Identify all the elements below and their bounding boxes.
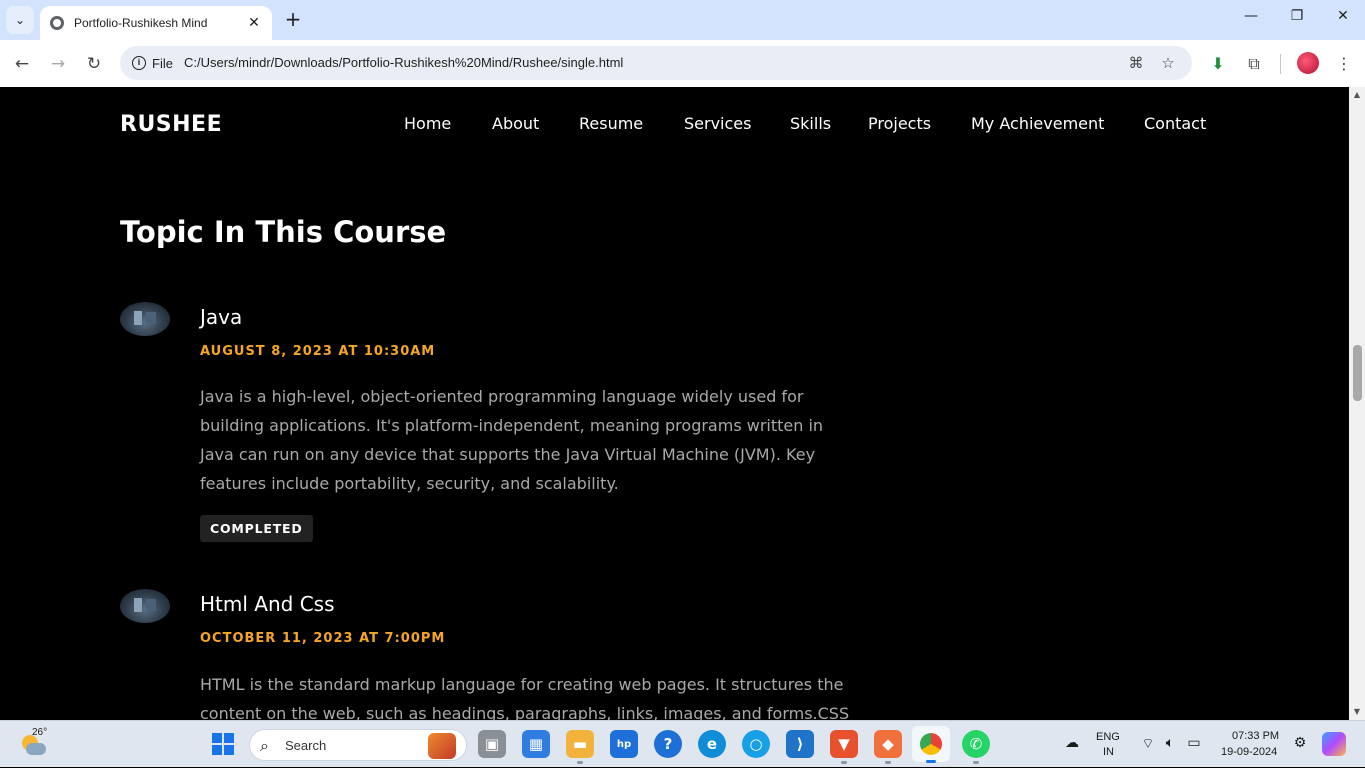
date: 19-09-2024	[1221, 746, 1278, 758]
region: IN	[1103, 746, 1114, 758]
browser-tab[interactable]: Portfolio-Rushikesh Mind ✕	[40, 6, 272, 40]
notification-icon[interactable]: ⚙	[1290, 735, 1310, 755]
browser-tab-strip: ⌄ Portfolio-Rushikesh Mind ✕ + — ❐ ✕	[0, 0, 1365, 40]
windows-taskbar: 26° ⌕ Search ▣ ▦ ▬ hp ? e ○ ⟩ ▼ ◆ ✆ ☁ EN…	[0, 720, 1365, 767]
nav-services[interactable]: Services	[684, 114, 751, 133]
site-info-label: File	[152, 55, 173, 71]
minimize-icon[interactable]: —	[1239, 8, 1263, 24]
url-text[interactable]: C:/Users/mindr/Downloads/Portfolio-Rushi…	[184, 55, 623, 70]
edge-browser-icon[interactable]: e	[698, 730, 726, 758]
file-explorer-icon[interactable]: ▬	[566, 730, 594, 764]
nav-about[interactable]: About	[492, 114, 539, 133]
topic-description: HTML is the standard markup language for…	[200, 675, 850, 720]
topic-date: AUGUST 8, 2023 AT 10:30AM	[200, 344, 436, 359]
page-scrollbar[interactable]: ▲ ▼	[1349, 87, 1365, 720]
nav-projects[interactable]: Projects	[868, 114, 931, 133]
windows-start-icon[interactable]	[212, 733, 234, 755]
scroll-down-icon[interactable]: ▼	[1352, 707, 1362, 717]
microsoft-store-icon[interactable]: ▦	[522, 730, 550, 758]
nav-my-achievement[interactable]: My Achievement	[971, 114, 1104, 133]
reload-icon[interactable]: ↻	[82, 52, 106, 76]
nav-skills[interactable]: Skills	[790, 114, 831, 133]
language-indicator[interactable]: ENG IN	[1096, 721, 1126, 768]
address-bar[interactable]: i File C:/Users/mindr/Downloads/Portfoli…	[120, 46, 1192, 80]
chrome-logo	[920, 733, 942, 755]
volume-icon[interactable]: 🔈︎	[1160, 735, 1180, 755]
copilot-icon[interactable]	[1322, 732, 1346, 756]
topic-date: OCTOBER 11, 2023 AT 7:00PM	[200, 631, 446, 646]
profile-avatar[interactable]	[1297, 52, 1319, 74]
onedrive-icon[interactable]: ☁	[1062, 735, 1082, 755]
section-title: Topic In This Course	[120, 215, 447, 249]
scroll-up-icon[interactable]: ▲	[1352, 90, 1362, 100]
nav-resume[interactable]: Resume	[579, 114, 643, 133]
globe-icon	[50, 16, 64, 30]
app-icon[interactable]: ◆	[874, 730, 902, 764]
page-viewport: RUSHEE Home About Resume Services Skills…	[0, 87, 1349, 720]
info-icon: i	[132, 56, 146, 70]
nav-home[interactable]: Home	[404, 114, 451, 133]
site-logo[interactable]: RUSHEE	[120, 112, 222, 137]
temperature: 26°	[32, 727, 48, 738]
topic-avatar	[120, 589, 170, 623]
extensions-icon[interactable]: ⧉	[1242, 52, 1266, 76]
more-menu-icon[interactable]: ⋮	[1332, 52, 1356, 76]
nav-contact[interactable]: Contact	[1144, 114, 1206, 133]
cortana-icon[interactable]: ○	[742, 730, 770, 758]
browser-toolbar: ← → ↻ i File C:/Users/mindr/Downloads/Po…	[0, 40, 1365, 87]
scrollbar-thumb[interactable]	[1353, 345, 1362, 401]
topic-title: Html And Css	[200, 592, 335, 616]
topic-description: Java is a high-level, object-oriented pr…	[200, 387, 824, 493]
help-icon[interactable]: ?	[654, 730, 682, 758]
window-close-icon[interactable]: ✕	[1331, 8, 1355, 24]
bookmark-star-icon[interactable]: ☆	[1158, 53, 1178, 73]
site-info-chip[interactable]: i File	[124, 50, 183, 76]
task-view-icon[interactable]: ▣	[478, 730, 506, 758]
translate-icon[interactable]: ⌘	[1126, 53, 1146, 73]
weather-widget[interactable]: 26°	[18, 727, 48, 759]
time: 07:33 PM	[1232, 730, 1280, 742]
status-badge: COMPLETED	[200, 515, 313, 542]
topic-title: Java	[200, 305, 243, 329]
clock[interactable]: 07:33 PM 19-09-2024	[1216, 721, 1286, 768]
whatsapp-icon[interactable]: ✆	[962, 730, 990, 764]
battery-icon[interactable]: ▭	[1184, 735, 1204, 755]
taskbar-search[interactable]: ⌕ Search	[249, 729, 467, 761]
toolbar-divider	[1280, 54, 1281, 74]
forward-arrow-icon[interactable]: →	[46, 52, 70, 76]
cloud-icon	[26, 743, 46, 755]
download-icon[interactable]: ⬇	[1206, 52, 1230, 76]
topic-avatar	[120, 302, 170, 336]
back-arrow-icon[interactable]: ←	[10, 52, 34, 76]
close-tab-icon[interactable]: ✕	[246, 15, 262, 31]
language: ENG	[1096, 731, 1120, 743]
chrome-browser-icon[interactable]	[912, 726, 950, 763]
brave-browser-icon[interactable]: ▼	[830, 730, 858, 764]
myhp-icon[interactable]: hp	[610, 730, 638, 758]
vscode-icon[interactable]: ⟩	[786, 730, 814, 758]
tab-search-button[interactable]: ⌄	[6, 6, 34, 34]
search-icon: ⌕	[260, 736, 269, 755]
search-highlight-icon	[428, 733, 456, 759]
restore-icon[interactable]: ❐	[1285, 8, 1309, 24]
new-tab-button[interactable]: +	[282, 9, 304, 31]
wifi-icon[interactable]: ⌔	[1138, 735, 1158, 755]
tab-title: Portfolio-Rushikesh Mind	[74, 16, 208, 30]
search-placeholder: Search	[285, 738, 327, 753]
